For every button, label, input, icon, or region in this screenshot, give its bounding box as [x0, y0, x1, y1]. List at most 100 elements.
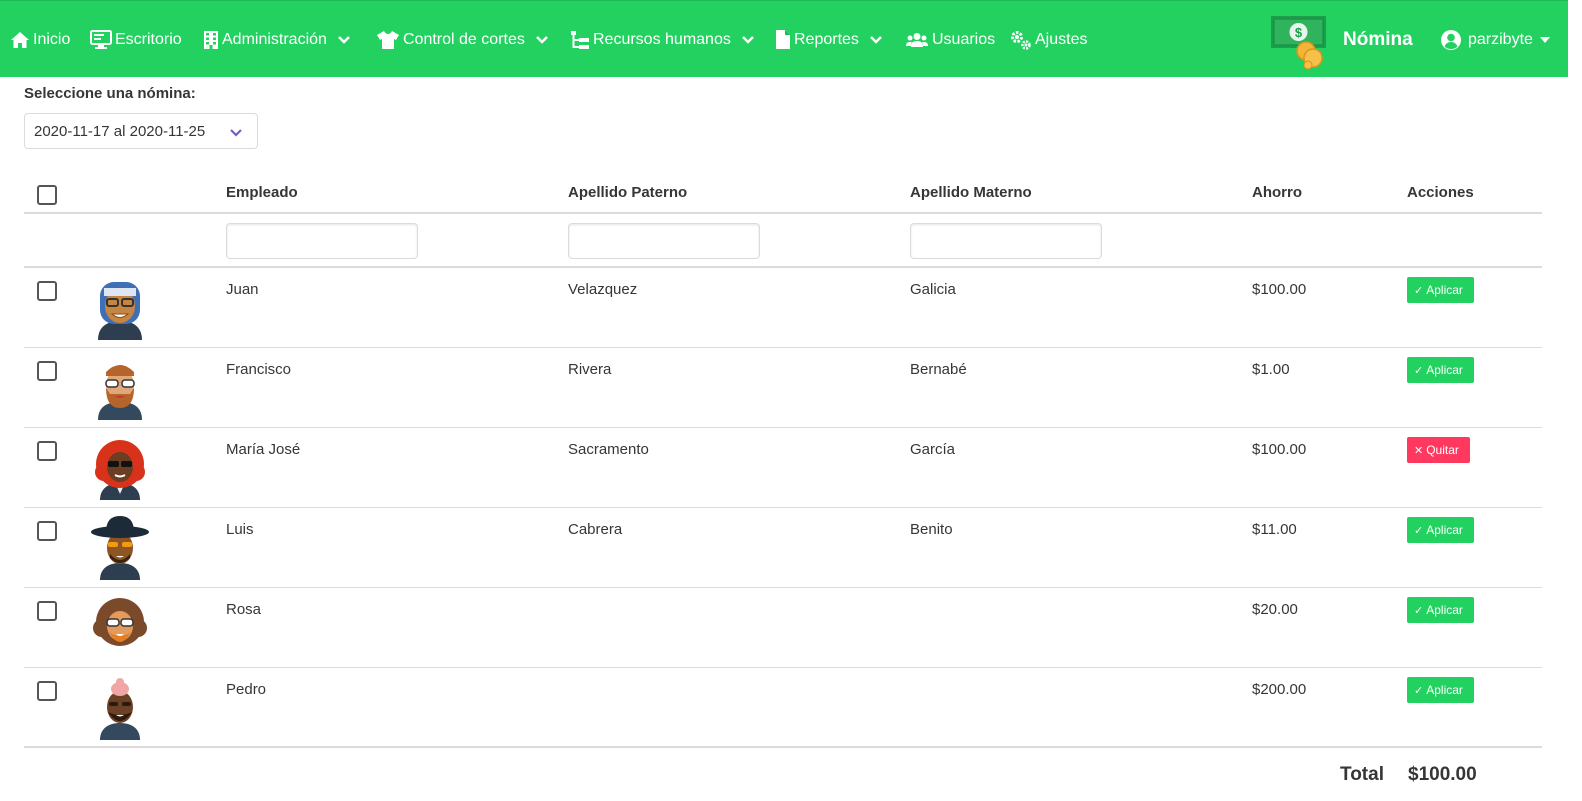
button-label: Aplicar	[1426, 283, 1463, 297]
header-apellido-paterno: Apellido Paterno	[568, 184, 688, 201]
nav-item-label: Escritorio	[115, 30, 182, 48]
button-label: Aplicar	[1426, 603, 1463, 617]
chevron-down-icon	[869, 35, 883, 45]
nav-item-reportes[interactable]: Reportes	[775, 1, 883, 78]
chevron-down-icon	[741, 35, 755, 45]
quitar-button[interactable]: ✕ Quitar	[1407, 437, 1470, 463]
nav-item-label: Ajustes	[1035, 30, 1088, 48]
check-icon: ✓	[1414, 284, 1424, 297]
row-checkbox[interactable]	[37, 681, 57, 701]
nav-item-inicio[interactable]: Inicio	[10, 1, 70, 78]
cell-apellido-materno: García	[910, 441, 956, 458]
button-label: Aplicar	[1426, 363, 1463, 377]
table-row: Francisco Rivera Bernabé $1.00 ✓ Aplicar	[24, 348, 1542, 428]
nav-item-escritorio[interactable]: Escritorio	[90, 1, 182, 78]
nav-item-usuarios[interactable]: Usuarios	[905, 1, 995, 78]
cell-empleado: Luis	[226, 521, 254, 538]
cell-ahorro: $1.00	[1252, 361, 1290, 378]
cell-ahorro: $20.00	[1252, 601, 1298, 618]
nav-item-administracion[interactable]: Administración	[203, 1, 351, 78]
filter-empleado-input[interactable]	[226, 223, 418, 259]
cell-apellido-paterno: Velazquez	[568, 281, 638, 298]
building-icon	[203, 30, 219, 50]
table-header-row: Empleado Apellido Paterno Apellido Mater…	[24, 172, 1542, 214]
chevron-down-icon	[535, 35, 549, 45]
cell-ahorro: $100.00	[1252, 441, 1307, 458]
top-navbar: Inicio Escritorio Administración Control…	[0, 0, 1568, 77]
cell-empleado: Francisco	[226, 361, 292, 378]
cell-ahorro: $200.00	[1252, 681, 1307, 698]
check-icon: ✓	[1414, 684, 1424, 697]
nomina-selected-value: 2020-11-17 al 2020-11-25	[34, 122, 206, 140]
sitemap-icon	[570, 30, 590, 50]
table-row: Juan Velazquez Galicia $100.00 ✓ Aplicar	[24, 268, 1542, 348]
cell-empleado: Juan	[226, 281, 259, 298]
aplicar-button[interactable]: ✓ Aplicar	[1407, 517, 1474, 543]
shirt-icon	[376, 30, 400, 50]
aplicar-button[interactable]: ✓ Aplicar	[1407, 277, 1474, 303]
filter-apellido-paterno-input[interactable]	[568, 223, 760, 259]
cell-empleado: Rosa	[226, 601, 262, 618]
money-logo-icon: $	[1270, 13, 1330, 70]
chevron-down-icon	[229, 125, 243, 142]
cell-apellido-paterno: Cabrera	[568, 521, 623, 538]
nav-item-label: Inicio	[33, 30, 71, 48]
avatar	[90, 674, 150, 740]
nav-item-control-de-cortes[interactable]: Control de cortes	[376, 1, 549, 78]
nav-item-ajustes[interactable]: Ajustes	[1010, 1, 1087, 78]
header-apellido-materno: Apellido Materno	[910, 184, 1032, 201]
svg-text:$: $	[1295, 25, 1303, 40]
home-icon	[10, 31, 30, 49]
aplicar-button[interactable]: ✓ Aplicar	[1407, 677, 1474, 703]
select-all-checkbox[interactable]	[37, 185, 57, 205]
cell-empleado: Pedro	[226, 681, 267, 698]
check-icon: ✓	[1414, 364, 1424, 377]
row-checkbox[interactable]	[37, 361, 57, 381]
user-menu[interactable]: parzibyte	[1440, 1, 1550, 78]
nav-item-label: Recursos humanos	[593, 30, 731, 48]
brand-title: Nómina	[1343, 28, 1413, 50]
avatar	[90, 274, 150, 340]
aplicar-button[interactable]: ✓ Aplicar	[1407, 597, 1474, 623]
nomina-select[interactable]: 2020-11-17 al 2020-11-25	[24, 113, 258, 149]
avatar	[90, 354, 150, 420]
table-row: Rosa $20.00 ✓ Aplicar	[24, 588, 1542, 668]
users-icon	[905, 32, 929, 48]
row-checkbox[interactable]	[37, 281, 57, 301]
caret-down-icon	[1539, 36, 1550, 43]
avatar	[90, 434, 150, 500]
nav-item-label: Administración	[222, 30, 327, 48]
chevron-down-icon	[337, 35, 351, 45]
button-label: Aplicar	[1426, 683, 1463, 697]
row-checkbox[interactable]	[37, 441, 57, 461]
cell-empleado: María José	[226, 441, 301, 458]
cell-apellido-paterno: Sacramento	[568, 441, 649, 458]
nav-item-label: Reportes	[794, 30, 859, 48]
nav-item-recursos-humanos[interactable]: Recursos humanos	[570, 1, 755, 78]
table-row: María José Sacramento García $100.00 ✕ Q…	[24, 428, 1542, 508]
header-empleado: Empleado	[226, 184, 298, 201]
user-circle-icon	[1440, 29, 1462, 51]
cell-ahorro: $100.00	[1252, 281, 1307, 298]
nomina-select-label: Seleccione una nómina:	[24, 85, 196, 102]
cell-apellido-materno: Benito	[910, 521, 953, 538]
cell-apellido-paterno: Rivera	[568, 361, 612, 378]
row-checkbox[interactable]	[37, 521, 57, 541]
nav-item-label: Control de cortes	[403, 30, 525, 48]
user-name: parzibyte	[1468, 30, 1533, 48]
desktop-icon	[90, 29, 112, 50]
button-label: Aplicar	[1426, 523, 1463, 537]
check-icon: ✓	[1414, 604, 1424, 617]
header-ahorro: Ahorro	[1252, 184, 1302, 201]
nav-item-label: Usuarios	[932, 30, 996, 48]
table-row: Pedro $200.00 ✓ Aplicar	[24, 668, 1542, 748]
filter-row	[24, 214, 1542, 268]
gears-icon	[1010, 29, 1032, 51]
check-icon: ✓	[1414, 524, 1424, 537]
cell-apellido-materno: Bernabé	[910, 361, 967, 378]
file-icon	[775, 29, 791, 50]
total-value: $100.00	[1408, 764, 1477, 785]
filter-apellido-materno-input[interactable]	[910, 223, 1102, 259]
row-checkbox[interactable]	[37, 601, 57, 621]
aplicar-button[interactable]: ✓ Aplicar	[1407, 357, 1474, 383]
